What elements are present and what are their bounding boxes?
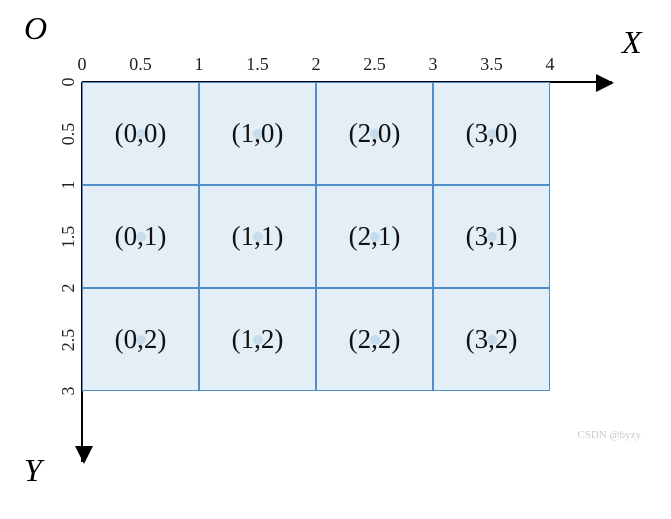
cell-coord-label: (2,2) <box>349 324 401 355</box>
grid-cell: (3,1) <box>433 185 550 288</box>
grid-cell: (1,2) <box>199 288 316 391</box>
cell-coord-label: (1,2) <box>232 324 284 355</box>
cell-coord-label: (0,1) <box>115 221 167 252</box>
y-tick: 0 <box>58 78 79 87</box>
coordinate-diagram: O X Y 0 0.5 1 1.5 2 2.5 3 3.5 4 0 0.5 1 1.5 2 2.5 3 (0… <box>0 0 671 519</box>
x-axis-label: X <box>622 24 642 61</box>
x-tick: 2.5 <box>363 54 386 75</box>
grid-row: (0,2) (1,2) (2,2) (3,2) <box>82 288 550 391</box>
grid-row: (0,0) (1,0) (2,0) (3,0) <box>82 82 550 185</box>
cell-coord-label: (3,2) <box>466 324 518 355</box>
grid: (0,0) (1,0) (2,0) (3,0) (0,1) (1,1) (2,1) (3,1)… <box>82 82 550 391</box>
grid-cell: (2,2) <box>316 288 433 391</box>
cell-coord-label: (3,1) <box>466 221 518 252</box>
watermark: CSDN @byzy <box>577 429 641 441</box>
y-tick: 1.5 <box>58 225 79 248</box>
x-tick: 1 <box>195 54 204 75</box>
cell-coord-label: (0,0) <box>115 118 167 149</box>
cell-coord-label: (1,0) <box>232 118 284 149</box>
grid-cell: (2,0) <box>316 82 433 185</box>
cell-coord-label: (1,1) <box>232 221 284 252</box>
y-tick: 0.5 <box>58 122 79 145</box>
grid-cell: (0,2) <box>82 288 199 391</box>
x-tick: 0 <box>78 54 87 75</box>
y-tick: 2.5 <box>58 328 79 351</box>
y-axis-label: Y <box>24 452 42 489</box>
grid-cell: (2,1) <box>316 185 433 288</box>
x-tick: 3.5 <box>480 54 503 75</box>
y-tick: 1 <box>58 181 79 190</box>
x-tick: 4 <box>546 54 555 75</box>
y-tick: 3 <box>58 387 79 396</box>
grid-row: (0,1) (1,1) (2,1) (3,1) <box>82 185 550 288</box>
cell-coord-label: (3,0) <box>466 118 518 149</box>
x-tick: 2 <box>312 54 321 75</box>
y-tick: 2 <box>58 284 79 293</box>
grid-cell: (1,0) <box>199 82 316 185</box>
x-tick: 0.5 <box>129 54 152 75</box>
origin-label: O <box>24 10 47 47</box>
grid-cell: (3,0) <box>433 82 550 185</box>
x-tick: 1.5 <box>246 54 269 75</box>
grid-cell: (0,1) <box>82 185 199 288</box>
cell-coord-label: (2,1) <box>349 221 401 252</box>
x-tick: 3 <box>429 54 438 75</box>
cell-coord-label: (0,2) <box>115 324 167 355</box>
cell-coord-label: (2,0) <box>349 118 401 149</box>
grid-cell: (3,2) <box>433 288 550 391</box>
grid-cell: (0,0) <box>82 82 199 185</box>
grid-cell: (1,1) <box>199 185 316 288</box>
